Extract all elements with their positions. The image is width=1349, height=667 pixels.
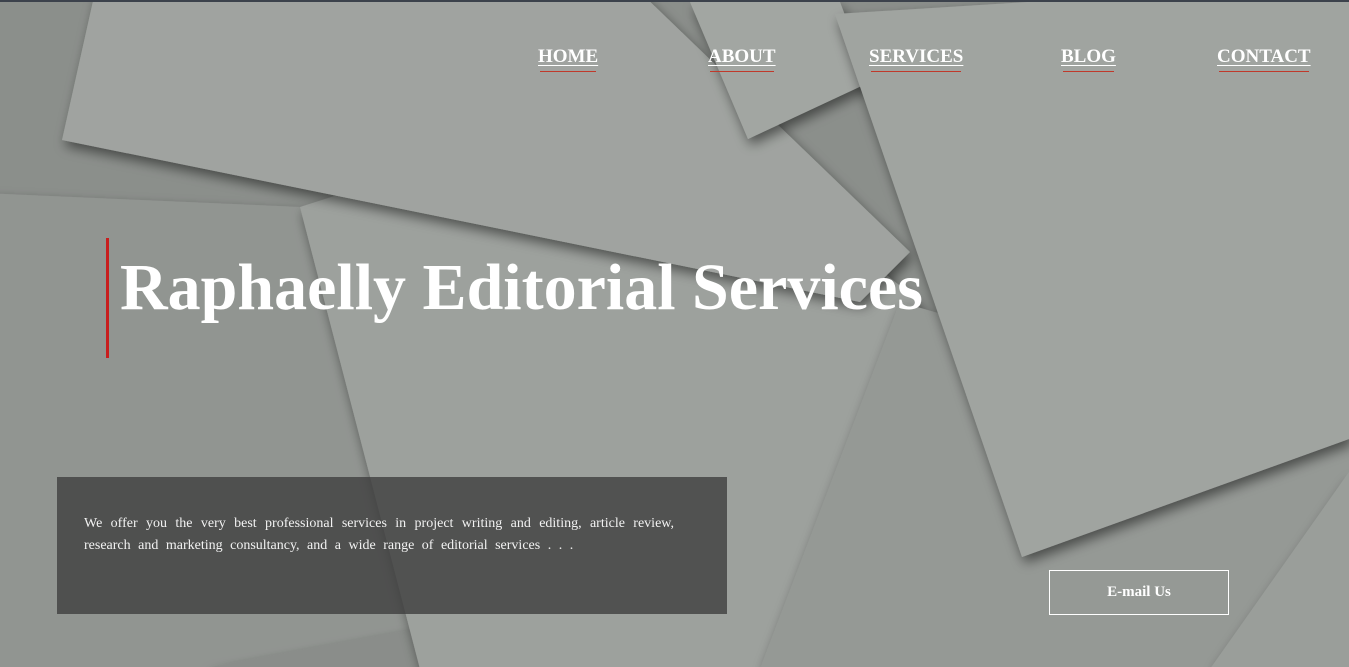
nav-link-home-label: HOME — [538, 46, 599, 67]
nav-link-services-label: SERVICES — [869, 46, 964, 67]
nav-link-about[interactable]: ABOUT — [708, 46, 776, 72]
description-panel: We offer you the very best professional … — [57, 477, 727, 614]
title-accent-bar — [106, 238, 109, 358]
nav-underline — [1063, 71, 1114, 72]
description-text: We offer you the very best professional … — [84, 516, 674, 553]
nav-link-home[interactable]: HOME — [538, 46, 599, 72]
nav-link-contact-label: CONTACT — [1217, 46, 1311, 67]
main-nav: HOME ABOUT SERVICES BLOG CONTACT — [0, 46, 1349, 76]
nav-link-contact[interactable]: CONTACT — [1217, 46, 1311, 72]
nav-link-blog-label: BLOG — [1061, 46, 1116, 67]
nav-underline — [1219, 71, 1309, 72]
nav-link-services[interactable]: SERVICES — [869, 46, 964, 72]
nav-link-blog[interactable]: BLOG — [1061, 46, 1116, 72]
nav-underline — [710, 71, 774, 72]
hero-section: HOME ABOUT SERVICES BLOG CONTACT Raphael… — [0, 0, 1349, 667]
nav-link-about-label: ABOUT — [708, 46, 776, 67]
nav-underline — [871, 71, 962, 72]
page-title: Raphaelly Editorial Services — [120, 251, 923, 324]
nav-underline — [540, 71, 597, 72]
email-us-button[interactable]: E-mail Us — [1049, 570, 1229, 615]
